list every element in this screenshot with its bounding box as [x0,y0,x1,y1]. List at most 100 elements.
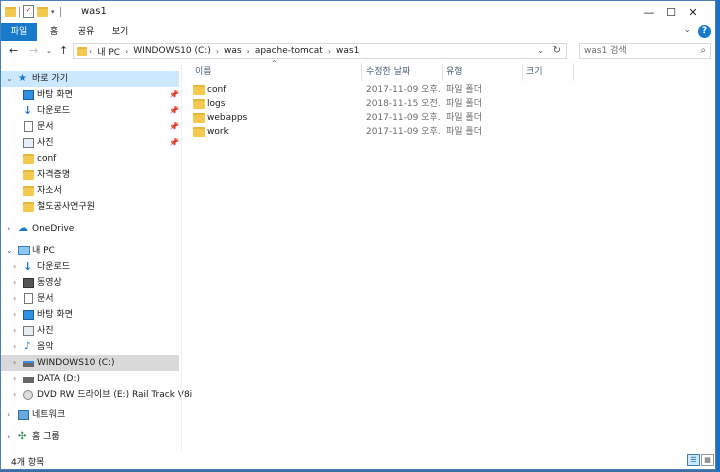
address-bar[interactable]: › 내 PC › WINDOWS10 (C:) › was › apache-t… [73,43,567,59]
column-header-type[interactable]: 유형 [446,63,522,81]
file-type: 파일 폴더 [446,99,482,109]
expand-arrow-icon[interactable]: › [13,291,16,307]
breadcrumb-drive-c[interactable]: WINDOWS10 (C:) [133,46,211,56]
breadcrumb-was1[interactable]: was1 [336,46,359,56]
close-button[interactable]: ✕ [671,1,715,23]
column-separator[interactable] [442,63,443,81]
pin-icon[interactable]: 📌 [169,103,179,119]
file-row[interactable]: work 2017-11-09 오후... 파일 폴더 [183,125,483,139]
nav-quick-conf[interactable]: conf [1,151,179,167]
breadcrumb-separator[interactable]: › [247,47,250,56]
drive-icon [23,361,34,367]
help-icon[interactable]: ? [698,25,711,38]
file-date: 2017-11-09 오후... [366,113,440,123]
customize-qat-icon[interactable]: ▾ [51,8,55,16]
nav-pc-drive-d[interactable]: › DATA (D:) [1,371,179,387]
nav-pc-desktop[interactable]: › 바탕 화면 [1,307,179,323]
column-separator[interactable] [361,63,362,81]
title-bar: ✓ ▾ was1 — ☐ ✕ [1,1,715,23]
folder-icon [193,127,205,137]
column-separator[interactable] [522,63,523,81]
expand-arrow-icon[interactable]: › [13,275,16,291]
tab-file[interactable]: 파일 [1,23,37,41]
breadcrumb-separator[interactable]: › [216,47,219,56]
breadcrumb-separator[interactable]: › [328,47,331,56]
nav-quick-pictures[interactable]: 사진 📌 [1,135,179,151]
expand-arrow-icon[interactable]: › [13,259,16,275]
file-row[interactable]: conf 2017-11-09 오후... 파일 폴더 [183,83,483,97]
expand-arrow-icon[interactable]: › [13,339,16,355]
nav-pc-drive-c[interactable]: › WINDOWS10 (C:) [1,355,179,371]
expand-arrow-icon[interactable]: › [13,307,16,323]
nav-pc-documents[interactable]: › 문서 [1,291,179,307]
nav-quick-downloads[interactable]: ↓ 다운로드 📌 [1,103,179,119]
search-icon: ⌕ [700,45,706,56]
tab-view[interactable]: 보기 [105,23,135,41]
tab-share[interactable]: 공유 [71,23,101,41]
nav-quick-desktop[interactable]: 바탕 화면 📌 [1,87,179,103]
nav-label: 다운로드 [37,262,71,272]
nav-quick-railway[interactable]: 철도공사연구원 [1,199,179,215]
column-header-date[interactable]: 수정한 날짜 [366,63,442,81]
breadcrumb-separator[interactable]: › [125,47,128,56]
address-history-icon[interactable]: ⌄ [537,44,544,58]
breadcrumb-was[interactable]: was [224,46,242,56]
download-icon: ↓ [23,104,33,117]
nav-pc-downloads[interactable]: › ↓ 다운로드 [1,259,179,275]
pin-icon[interactable]: 📌 [169,135,179,151]
breadcrumb-separator[interactable]: › [89,47,92,56]
document-icon [24,293,33,304]
expand-arrow-icon[interactable]: › [13,387,16,403]
drive-icon [23,377,34,383]
expand-arrow-icon[interactable]: › [13,371,16,387]
refresh-icon[interactable]: ↻ [553,44,561,58]
collapse-arrow-icon[interactable]: ⌄ [6,243,13,259]
recent-locations-icon[interactable]: ⌄ [46,47,52,55]
nav-quick-documents[interactable]: 문서 📌 [1,119,179,135]
search-placeholder: was1 검색 [584,46,627,56]
nav-pc-dvd-drive[interactable]: › DVD RW 드라이브 (E:) Rail Track V8i [1,387,192,403]
expand-arrow-icon[interactable]: › [7,221,10,237]
pin-icon[interactable]: 📌 [169,119,179,135]
column-header-name[interactable]: 이름 [195,63,360,81]
column-header-size[interactable]: 크기 [526,63,572,81]
nav-network[interactable]: › 네트워크 [1,407,179,423]
new-folder-icon[interactable] [37,6,48,17]
file-name: logs [207,99,226,109]
nav-pc-videos[interactable]: › 동영상 [1,275,179,291]
nav-pc-music[interactable]: › ♪ 음악 [1,339,179,355]
forward-icon[interactable]: → [29,44,38,57]
folder-icon [193,113,205,123]
nav-pc-pictures[interactable]: › 사진 [1,323,179,339]
expand-arrow-icon[interactable]: › [13,355,16,371]
expand-ribbon-icon[interactable]: ⌄ [683,25,691,35]
expand-arrow-icon[interactable]: › [7,407,10,423]
large-icons-view-button[interactable]: ▦ [701,454,714,466]
nav-label: 홈 그룹 [32,432,60,442]
nav-this-pc[interactable]: ⌄ 내 PC [1,243,179,259]
properties-icon[interactable]: ✓ [23,5,34,18]
file-list: ⌃ 이름 수정한 날짜 유형 크기 conf 2017-11-09 오후... … [183,59,715,451]
expand-arrow-icon[interactable]: › [7,429,10,445]
nav-quick-access[interactable]: ⌄ ★ 바로 가기 [1,71,179,87]
pane-divider[interactable] [181,63,182,451]
back-icon[interactable]: ← [9,44,18,57]
nav-quick-resume[interactable]: 자소서 [1,183,179,199]
breadcrumb-apache-tomcat[interactable]: apache-tomcat [255,46,323,56]
breadcrumb-this-pc[interactable]: 내 PC [97,45,120,58]
details-view-button[interactable]: ☰ [687,454,700,466]
column-separator[interactable] [573,63,574,81]
nav-onedrive[interactable]: › ☁ OneDrive [1,221,179,237]
expand-arrow-icon[interactable]: › [13,323,16,339]
search-input[interactable]: was1 검색 ⌕ [579,43,711,59]
file-row[interactable]: logs 2018-11-15 오전... 파일 폴더 [183,97,483,111]
nav-label: 바로 가기 [32,74,68,84]
file-date: 2017-11-09 오후... [366,127,440,137]
file-row[interactable]: webapps 2017-11-09 오후... 파일 폴더 [183,111,483,125]
collapse-arrow-icon[interactable]: ⌄ [6,71,13,87]
up-icon[interactable]: ↑ [59,44,68,57]
pin-icon[interactable]: 📌 [169,87,179,103]
tab-home[interactable]: 홈 [41,23,67,41]
nav-quick-credentials[interactable]: 자격증명 [1,167,179,183]
nav-homegroup[interactable]: › ✣ 홈 그룹 [1,429,179,445]
